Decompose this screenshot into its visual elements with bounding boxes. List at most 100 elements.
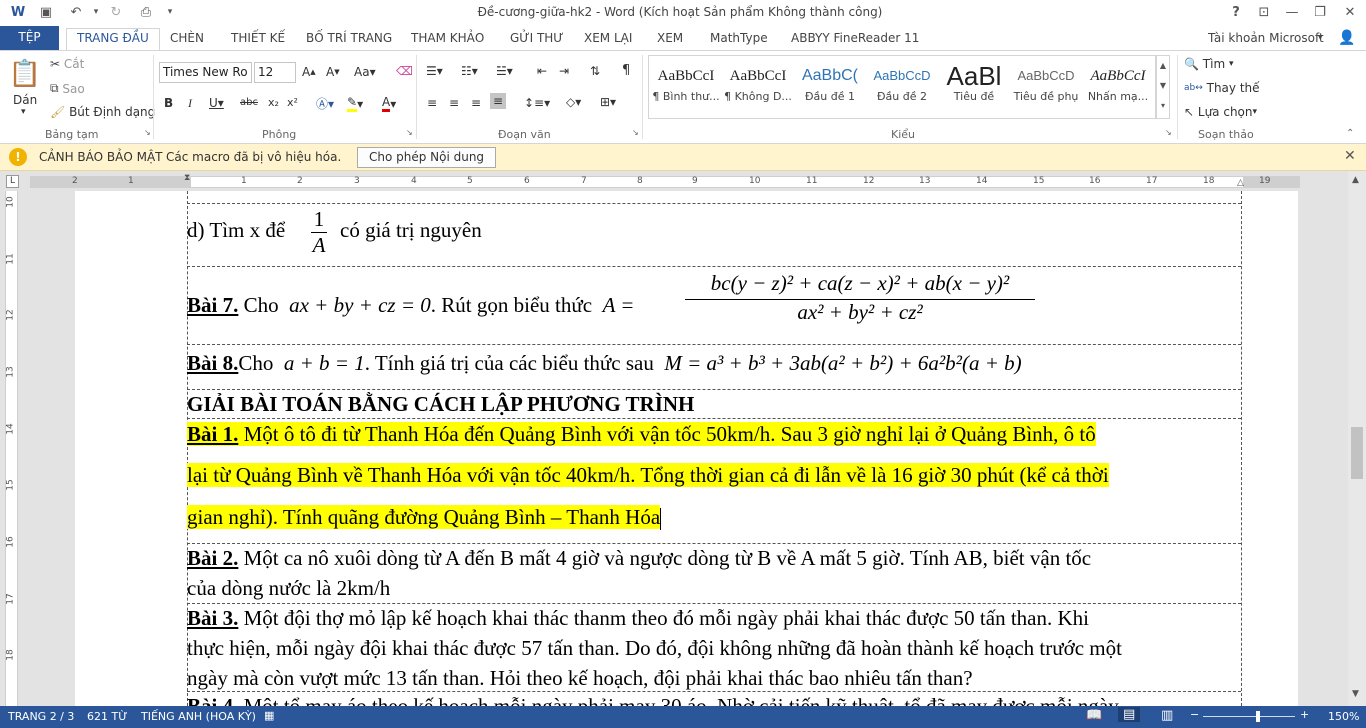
borders-icon[interactable]: ⊞▾ (600, 95, 616, 109)
zoom-level[interactable]: 150% (1328, 710, 1359, 723)
tab-home[interactable]: TRANG ĐẦU (66, 28, 160, 50)
zoom-slider-thumb[interactable] (1256, 711, 1260, 722)
print-layout-icon[interactable]: ▤ (1118, 707, 1141, 722)
language[interactable]: TIẾNG ANH (HOA KỲ) (141, 710, 256, 723)
undo-dropdown-icon[interactable]: ▾ (86, 3, 106, 21)
align-right-icon[interactable]: ≡ (471, 96, 481, 110)
scroll-down-icon[interactable]: ▼ (1352, 689, 1359, 699)
restore-button[interactable]: ❐ (1306, 2, 1334, 22)
numbering-icon[interactable]: ☷▾ (461, 64, 478, 78)
tab-layout[interactable]: BỐ TRÍ TRANG (306, 29, 392, 50)
indent-marker-icon[interactable]: ⧗ (184, 173, 190, 183)
style-title[interactable]: AaBl Tiêu đề (939, 62, 1009, 110)
account-avatar-icon[interactable]: 👤 (1338, 29, 1355, 50)
web-layout-icon[interactable]: ▥ (1161, 708, 1173, 723)
find-button[interactable]: 🔍 Tìm ▾ (1184, 57, 1234, 71)
document-page[interactable]: d) Tìm x để 1 A có giá trị nguyên Bài 7.… (75, 191, 1298, 706)
replace-button[interactable]: ab↔ Thay thế (1184, 81, 1260, 95)
tab-insert[interactable]: CHÈN (170, 29, 204, 50)
collapse-ribbon-icon[interactable]: ⌃ (1346, 128, 1354, 139)
clear-formatting-icon[interactable]: ⌫ (396, 64, 413, 78)
clipboard-launcher-icon[interactable]: ↘ (144, 128, 151, 137)
subscript-icon[interactable]: x₂ (268, 96, 279, 109)
multilevel-list-icon[interactable]: ☱▾ (496, 64, 513, 78)
paste-button[interactable]: Dán (13, 93, 37, 107)
vertical-scrollbar[interactable]: ▲ ▼ (1348, 171, 1366, 706)
page-count[interactable]: TRANG 2 / 3 (8, 710, 74, 723)
redo-icon[interactable]: ↻ (106, 3, 126, 21)
italic-icon[interactable]: I (188, 96, 192, 111)
minimize-button[interactable]: — (1278, 2, 1306, 22)
scroll-up-icon[interactable]: ▲ (1352, 175, 1359, 185)
copy-button[interactable]: ⧉ Sao (50, 81, 85, 96)
style-subtitle[interactable]: AaBbCcD Tiêu đề phụ (1011, 62, 1081, 110)
close-button[interactable]: ✕ (1336, 2, 1364, 22)
horizontal-ruler[interactable]: 2 1 1 2 3 4 5 6 7 8 9 10 11 12 13 14 15 … (30, 173, 1300, 188)
highlight-color-icon[interactable]: ✎ ▾ (347, 95, 363, 112)
style-emphasis[interactable]: AaBbCcI Nhấn mạ... (1083, 62, 1153, 110)
help-button[interactable]: ? (1222, 2, 1250, 22)
shrink-font-icon[interactable]: A ▼ (326, 65, 340, 79)
enable-content-button[interactable]: Cho phép Nội dung (357, 147, 496, 168)
select-button[interactable]: ↖ Lựa chọn ▾ (1184, 105, 1257, 119)
line-spacing-icon[interactable]: ↕≡▾ (524, 96, 550, 110)
font-size-box[interactable]: 12 (254, 62, 296, 83)
paragraph-launcher-icon[interactable]: ↘ (632, 128, 639, 137)
cut-button[interactable]: ✂ Cắt (50, 57, 84, 71)
styles-scroll[interactable]: ▲ ▼ ▾ (1156, 55, 1170, 119)
paste-icon[interactable]: 📋 (8, 55, 42, 93)
vertical-ruler[interactable]: 10 11 12 13 14 15 16 17 18 (0, 191, 22, 706)
tab-design[interactable]: THIẾT KẾ (231, 29, 285, 50)
macro-record-icon[interactable]: ▦ (264, 709, 274, 722)
tab-abbyy[interactable]: ABBYY FineReader 11 (791, 29, 919, 50)
font-name-box[interactable]: Times New Ro (159, 62, 252, 83)
print-preview-icon[interactable]: ⎙ (136, 3, 156, 21)
decrease-indent-icon[interactable]: ⇤ (537, 64, 547, 78)
styles-launcher-icon[interactable]: ↘ (1165, 128, 1172, 137)
right-indent-marker-icon[interactable]: △ (1237, 178, 1244, 188)
tab-mathtype[interactable]: MathType (710, 29, 768, 50)
account-menu[interactable]: Tài khoản Microsoft (1208, 29, 1324, 50)
font-launcher-icon[interactable]: ↘ (406, 128, 413, 137)
tab-file[interactable]: TỆP (0, 26, 59, 50)
scroll-thumb[interactable] (1351, 427, 1363, 479)
text-effects-icon[interactable]: Ⓐ▾ (316, 95, 334, 112)
customize-toolbar-icon[interactable]: ▾ (160, 3, 180, 21)
format-painter-button[interactable]: 🖌 Bút Định dạng (50, 105, 155, 119)
style-heading-1[interactable]: AaBbC(Đầu đề 1 (795, 62, 865, 110)
ribbon-display-options-button[interactable]: ⊡ (1250, 2, 1278, 22)
undo-icon[interactable]: ↶ (66, 3, 86, 21)
save-icon[interactable]: ▣ (36, 3, 56, 21)
shading-icon[interactable]: ◇▾ (566, 95, 581, 109)
tab-references[interactable]: THAM KHẢO (411, 29, 484, 50)
bullets-icon[interactable]: ☰▾ (426, 64, 443, 78)
strikethrough-icon[interactable]: abc (240, 97, 258, 108)
align-center-icon[interactable]: ≡ (449, 96, 459, 110)
font-color-icon[interactable]: A ▾ (382, 95, 396, 112)
align-left-icon[interactable]: ≡ (427, 96, 437, 110)
tab-review[interactable]: XEM LẠI (584, 29, 632, 50)
zoom-in-icon[interactable]: + (1300, 708, 1309, 721)
paste-dropdown-icon[interactable]: ▾ (21, 107, 26, 117)
increase-indent-icon[interactable]: ⇥ (559, 64, 569, 78)
grow-font-icon[interactable]: A ▲ (302, 65, 316, 79)
justify-icon[interactable]: ≡ (490, 93, 507, 109)
change-case-icon[interactable]: Aa▾ (354, 65, 376, 79)
style-no-spacing[interactable]: AaBbCcI ¶ Không D... (723, 62, 793, 110)
underline-icon[interactable]: U▾ (209, 96, 224, 110)
account-dropdown-icon[interactable]: ▾ (1318, 29, 1323, 50)
read-mode-icon[interactable]: 📖 (1086, 708, 1102, 723)
zoom-slider[interactable] (1203, 716, 1295, 717)
close-warning-icon[interactable]: ✕ (1344, 148, 1356, 164)
style-normal[interactable]: AaBbCcI ¶ Bình thư... (651, 62, 721, 110)
style-heading-2[interactable]: AaBbCcD Đầu đề 2 (867, 62, 937, 110)
word-count[interactable]: 621 TỪ (87, 710, 128, 723)
sort-icon[interactable]: ⇅ (590, 64, 600, 78)
tab-mailings[interactable]: GỬI THƯ (510, 29, 564, 50)
superscript-icon[interactable]: x² (287, 96, 298, 109)
show-marks-icon[interactable]: ¶ (622, 63, 630, 78)
bold-icon[interactable]: B (164, 96, 173, 110)
zoom-out-icon[interactable]: − (1190, 708, 1199, 721)
tab-view[interactable]: XEM (657, 29, 683, 50)
tab-selector-icon[interactable]: L (6, 175, 19, 188)
